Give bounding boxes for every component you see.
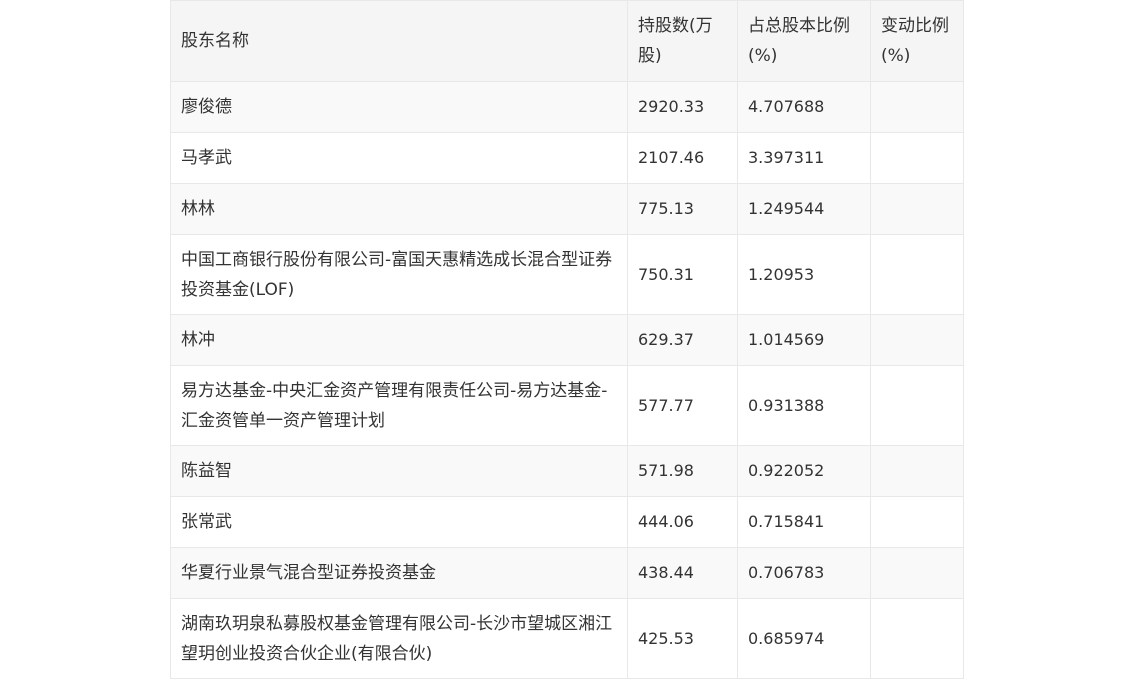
- cell-change: [870, 81, 964, 133]
- cell-name: 湖南玖玥泉私募股权基金管理有限公司-长沙市望城区湘江望玥创业投资合伙企业(有限合…: [170, 598, 628, 679]
- cell-change: [870, 598, 964, 679]
- table-header-row: 股东名称 持股数(万股) 占总股本比例(%) 变动比例(%): [170, 0, 964, 82]
- cell-name: 张常武: [170, 496, 628, 548]
- cell-ratio: 4.707688: [737, 81, 871, 133]
- cell-ratio: 0.685974: [737, 598, 871, 679]
- cell-name: 林冲: [170, 314, 628, 366]
- cell-shares: 425.53: [627, 598, 738, 679]
- cell-shares: 2107.46: [627, 132, 738, 184]
- cell-name: 华夏行业景气混合型证券投资基金: [170, 547, 628, 599]
- header-shares: 持股数(万股): [627, 0, 738, 82]
- cell-change: [870, 365, 964, 446]
- cell-name: 陈益智: [170, 445, 628, 497]
- table-row: 易方达基金-中央汇金资产管理有限责任公司-易方达基金-汇金资管单一资产管理计划 …: [170, 365, 964, 446]
- header-change: 变动比例(%): [870, 0, 964, 82]
- cell-ratio: 1.249544: [737, 183, 871, 235]
- table-row: 林林 775.13 1.249544: [170, 183, 964, 235]
- table-row: 林冲 629.37 1.014569: [170, 314, 964, 366]
- cell-name: 易方达基金-中央汇金资产管理有限责任公司-易方达基金-汇金资管单一资产管理计划: [170, 365, 628, 446]
- cell-ratio: 0.706783: [737, 547, 871, 599]
- table-row: 华夏行业景气混合型证券投资基金 438.44 0.706783: [170, 547, 964, 599]
- cell-ratio: 1.014569: [737, 314, 871, 366]
- shareholder-table-container: 股东名称 持股数(万股) 占总股本比例(%) 变动比例(%) 廖俊德 2920.…: [170, 0, 964, 679]
- cell-name: 中国工商银行股份有限公司-富国天惠精选成长混合型证券投资基金(LOF): [170, 234, 628, 315]
- cell-change: [870, 547, 964, 599]
- cell-ratio: 0.715841: [737, 496, 871, 548]
- cell-ratio: 0.931388: [737, 365, 871, 446]
- cell-shares: 571.98: [627, 445, 738, 497]
- cell-change: [870, 445, 964, 497]
- header-ratio: 占总股本比例(%): [737, 0, 871, 82]
- cell-ratio: 0.922052: [737, 445, 871, 497]
- cell-shares: 444.06: [627, 496, 738, 548]
- cell-name: 廖俊德: [170, 81, 628, 133]
- cell-shares: 775.13: [627, 183, 738, 235]
- cell-shares: 2920.33: [627, 81, 738, 133]
- cell-name: 马孝武: [170, 132, 628, 184]
- table-row: 廖俊德 2920.33 4.707688: [170, 81, 964, 133]
- cell-change: [870, 234, 964, 315]
- table-row: 中国工商银行股份有限公司-富国天惠精选成长混合型证券投资基金(LOF) 750.…: [170, 234, 964, 315]
- table-row: 马孝武 2107.46 3.397311: [170, 132, 964, 184]
- cell-name: 林林: [170, 183, 628, 235]
- cell-change: [870, 314, 964, 366]
- cell-shares: 438.44: [627, 547, 738, 599]
- table-row: 湖南玖玥泉私募股权基金管理有限公司-长沙市望城区湘江望玥创业投资合伙企业(有限合…: [170, 598, 964, 679]
- cell-change: [870, 183, 964, 235]
- cell-change: [870, 132, 964, 184]
- shareholder-table: 股东名称 持股数(万股) 占总股本比例(%) 变动比例(%) 廖俊德 2920.…: [170, 0, 964, 679]
- cell-shares: 750.31: [627, 234, 738, 315]
- cell-shares: 629.37: [627, 314, 738, 366]
- cell-shares: 577.77: [627, 365, 738, 446]
- table-row: 张常武 444.06 0.715841: [170, 496, 964, 548]
- cell-ratio: 3.397311: [737, 132, 871, 184]
- cell-ratio: 1.20953: [737, 234, 871, 315]
- table-row: 陈益智 571.98 0.922052: [170, 445, 964, 497]
- cell-change: [870, 496, 964, 548]
- header-shareholder-name: 股东名称: [170, 0, 628, 82]
